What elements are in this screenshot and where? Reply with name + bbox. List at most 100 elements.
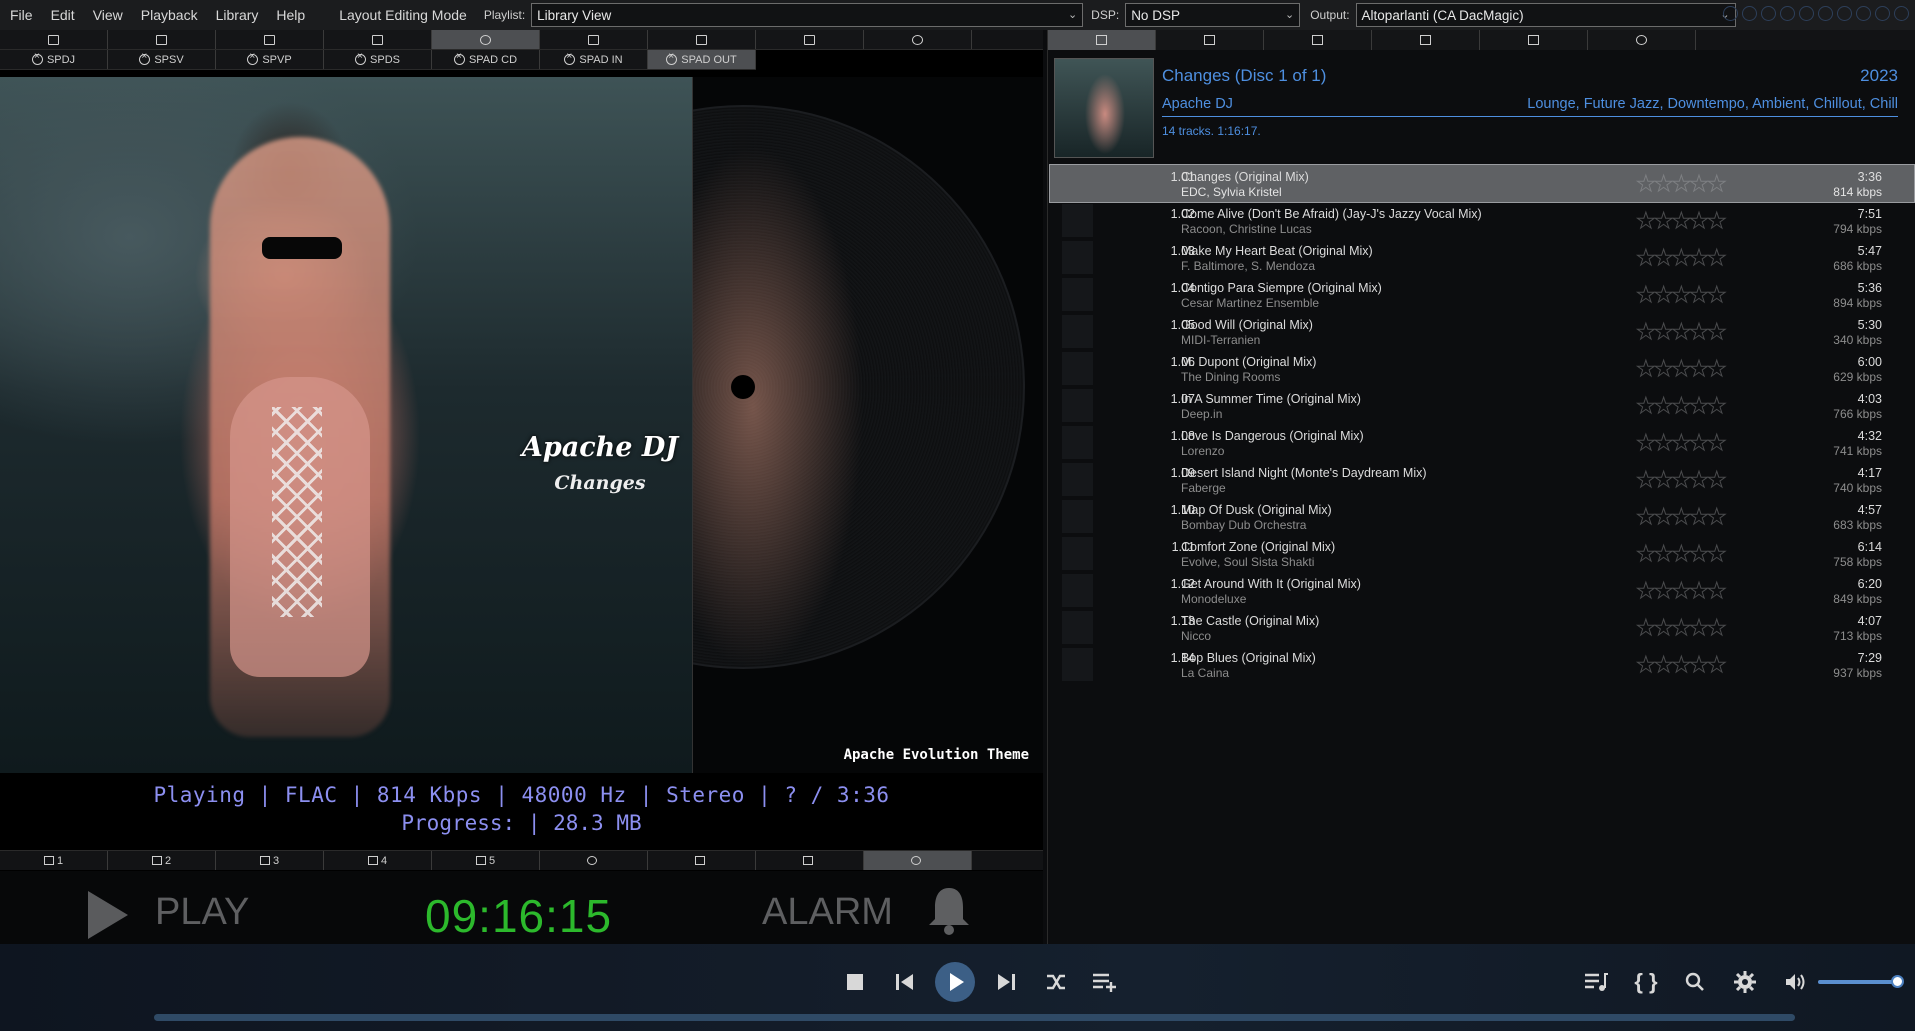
next-button[interactable] bbox=[990, 966, 1022, 998]
dsp-dropdown[interactable]: No DSP ⌄ bbox=[1125, 3, 1301, 27]
volume-slider[interactable] bbox=[1818, 980, 1900, 984]
tab-view-3[interactable] bbox=[216, 30, 324, 49]
tab-view-2[interactable] bbox=[108, 30, 216, 49]
rating-stars-icon[interactable]: ★★★★★ bbox=[1636, 615, 1728, 641]
rating-stars-icon[interactable]: ★★★★★ bbox=[1636, 245, 1728, 271]
rating-stars-icon[interactable]: ★★★★★ bbox=[1636, 652, 1728, 678]
volume-slider-handle[interactable] bbox=[1891, 975, 1904, 988]
tray-icon[interactable] bbox=[1818, 6, 1833, 21]
play-label[interactable]: PLAY bbox=[155, 891, 249, 934]
rating-stars-icon[interactable]: ★★★★★ bbox=[1636, 282, 1728, 308]
track-row[interactable]: 1.01 Changes (Original Mix) EDC, Sylvia Kr… bbox=[1049, 164, 1915, 203]
tab-view-6[interactable] bbox=[540, 30, 648, 49]
rating-stars-icon[interactable]: ★★★★★ bbox=[1636, 541, 1728, 567]
tray-icon[interactable] bbox=[1723, 6, 1738, 21]
rating-stars-icon[interactable]: ★★★★★ bbox=[1636, 171, 1728, 197]
rating-stars-icon[interactable]: ★★★★★ bbox=[1636, 208, 1728, 234]
tab-spad-cd[interactable]: SPAD CD bbox=[432, 50, 540, 69]
braces-button[interactable]: { } bbox=[1630, 966, 1662, 998]
track-row[interactable]: 1.14 Bop Blues (Original Mix) La Caina ★★★★… bbox=[1050, 646, 1914, 683]
output-dropdown[interactable]: Altoparlanti (CA DacMagic) ⌄ bbox=[1355, 3, 1736, 27]
tab-view-5[interactable] bbox=[432, 30, 540, 49]
tab-bottom-3[interactable]: 3 bbox=[216, 851, 324, 870]
tray-icon[interactable] bbox=[1875, 6, 1890, 21]
tab-bottom-8[interactable] bbox=[756, 851, 864, 870]
menu-edit[interactable]: Edit bbox=[42, 7, 84, 23]
track-duration: 6:14 bbox=[1857, 540, 1882, 554]
tab-spdj[interactable]: SPDJ bbox=[0, 50, 108, 69]
tray-icon[interactable] bbox=[1742, 6, 1757, 21]
previous-button[interactable] bbox=[889, 966, 921, 998]
tab-view-1[interactable] bbox=[0, 30, 108, 49]
track-row[interactable]: 1.10 Map Of Dusk (Original Mix) Bombay Dub… bbox=[1050, 498, 1914, 535]
tab-view-4[interactable] bbox=[324, 30, 432, 49]
playlist-dropdown[interactable]: Library View ⌄ bbox=[531, 3, 1084, 27]
album-thumbnail[interactable] bbox=[1054, 58, 1154, 158]
rating-stars-icon[interactable]: ★★★★★ bbox=[1636, 467, 1728, 493]
tab-spad-out[interactable]: SPAD OUT bbox=[648, 50, 756, 69]
track-row[interactable]: 1.02 Come Alive (Don't Be Afraid) (Jay-J'… bbox=[1050, 202, 1914, 239]
tab-playlist-6[interactable] bbox=[1588, 30, 1696, 50]
track-row[interactable]: 1.03 Make My Heart Beat (Original Mix) F. … bbox=[1050, 239, 1914, 276]
play-icon[interactable] bbox=[88, 891, 128, 939]
tray-icon[interactable] bbox=[1761, 6, 1776, 21]
tab-view-8[interactable] bbox=[756, 30, 864, 49]
menu-help[interactable]: Help bbox=[267, 7, 314, 23]
tab-playlist-5[interactable] bbox=[1480, 30, 1588, 50]
tab-bottom-9[interactable] bbox=[864, 851, 972, 870]
tab-playlist-3[interactable] bbox=[1264, 30, 1372, 50]
track-row[interactable]: 1.11 Comfort Zone (Original Mix) Evolve, S… bbox=[1050, 535, 1914, 572]
tray-icon[interactable] bbox=[1837, 6, 1852, 21]
shuffle-button[interactable] bbox=[1040, 966, 1072, 998]
tab-spsv[interactable]: SPSV bbox=[108, 50, 216, 69]
disc-icon bbox=[355, 51, 367, 65]
tab-playlist-2[interactable] bbox=[1156, 30, 1264, 50]
tab-bottom-5[interactable]: 5 bbox=[432, 851, 540, 870]
menu-playback[interactable]: Playback bbox=[132, 7, 207, 23]
queue-button[interactable] bbox=[1580, 966, 1612, 998]
tab-view-9[interactable] bbox=[864, 30, 972, 49]
tab-playlist-1[interactable] bbox=[1048, 30, 1156, 50]
tray-icon[interactable] bbox=[1856, 6, 1871, 21]
track-row[interactable]: 1.05 Good Will (Original Mix) MIDI-Terrani… bbox=[1050, 313, 1914, 350]
track-row[interactable]: 1.04 Contigo Para Siempre (Original Mix) C… bbox=[1050, 276, 1914, 313]
tab-spad-in[interactable]: SPAD IN bbox=[540, 50, 648, 69]
volume-button[interactable] bbox=[1779, 966, 1811, 998]
menu-file[interactable]: File bbox=[0, 7, 42, 23]
menu-view[interactable]: View bbox=[84, 7, 132, 23]
rating-stars-icon[interactable]: ★★★★★ bbox=[1636, 356, 1728, 382]
track-row[interactable]: 1.09 Desert Island Night (Monte's Daydrea… bbox=[1050, 461, 1914, 498]
rating-stars-icon[interactable]: ★★★★★ bbox=[1636, 430, 1728, 456]
tray-icon[interactable] bbox=[1780, 6, 1795, 21]
tab-spds[interactable]: SPDS bbox=[324, 50, 432, 69]
menu-library[interactable]: Library bbox=[207, 7, 268, 23]
settings-button[interactable] bbox=[1729, 966, 1761, 998]
tab-playlist-4[interactable] bbox=[1372, 30, 1480, 50]
track-row[interactable]: 1.13 The Castle (Original Mix) Nicco ★★★★★ 4… bbox=[1050, 609, 1914, 646]
rating-stars-icon[interactable]: ★★★★★ bbox=[1636, 393, 1728, 419]
tab-view-7[interactable] bbox=[648, 30, 756, 49]
tray-icon[interactable] bbox=[1799, 6, 1814, 21]
track-row[interactable]: 1.08 Love Is Dangerous (Original Mix) Lore… bbox=[1050, 424, 1914, 461]
tab-bottom-1[interactable]: 1 bbox=[0, 851, 108, 870]
alarm-label[interactable]: ALARM bbox=[762, 891, 893, 934]
tab-bottom-2[interactable]: 2 bbox=[108, 851, 216, 870]
rating-stars-icon[interactable]: ★★★★★ bbox=[1636, 319, 1728, 345]
stop-button[interactable] bbox=[839, 966, 871, 998]
bell-icon[interactable] bbox=[926, 885, 972, 935]
search-button[interactable] bbox=[1679, 966, 1711, 998]
menu-layout-editing-mode[interactable]: Layout Editing Mode bbox=[330, 7, 476, 23]
rating-stars-icon[interactable]: ★★★★★ bbox=[1636, 578, 1728, 604]
seek-bar[interactable] bbox=[154, 1014, 1795, 1021]
track-row[interactable]: 1.07 In A Summer Time (Original Mix) Deep.… bbox=[1050, 387, 1914, 424]
track-row[interactable]: 1.06 M. Dupont (Original Mix) The Dining R… bbox=[1050, 350, 1914, 387]
tray-icon[interactable] bbox=[1894, 6, 1909, 21]
tab-bottom-4[interactable]: 4 bbox=[324, 851, 432, 870]
rating-stars-icon[interactable]: ★★★★★ bbox=[1636, 504, 1728, 530]
tab-bottom-6[interactable] bbox=[540, 851, 648, 870]
tab-spvp[interactable]: SPVP bbox=[216, 50, 324, 69]
tab-bottom-7[interactable] bbox=[648, 851, 756, 870]
play-button[interactable] bbox=[935, 962, 975, 1002]
add-to-queue-button[interactable] bbox=[1089, 966, 1121, 998]
track-row[interactable]: 1.12 Get Around With It (Original Mix) Mon… bbox=[1050, 572, 1914, 609]
